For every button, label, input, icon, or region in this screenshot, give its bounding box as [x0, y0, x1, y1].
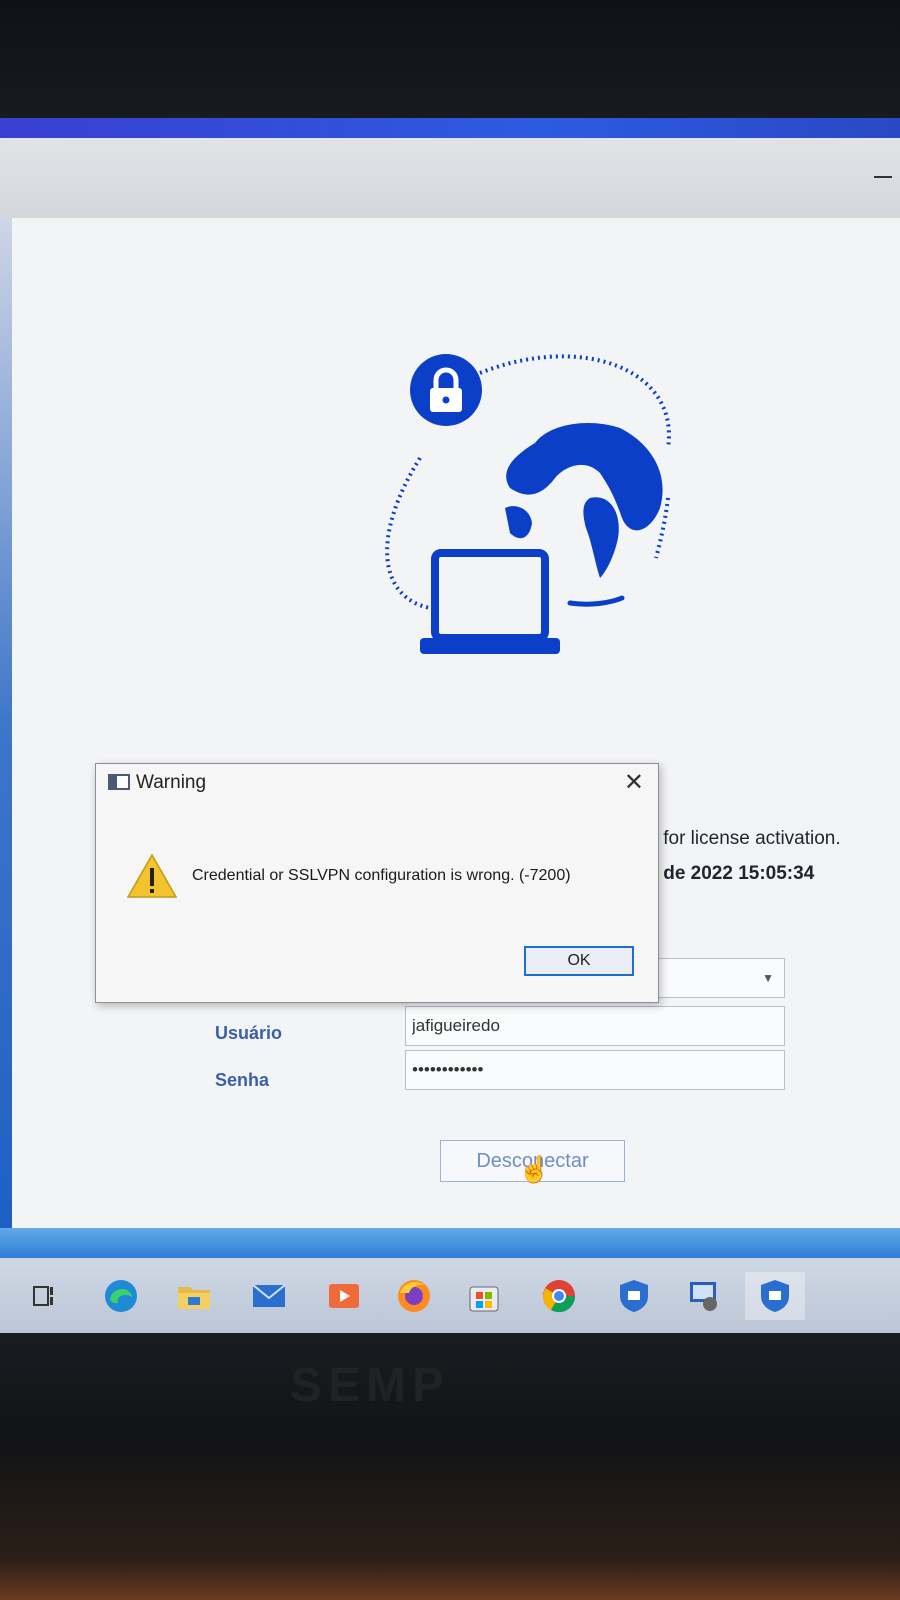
app-title-bar	[0, 138, 900, 219]
dialog-message: Credential or SSLVPN configuration is wr…	[192, 867, 571, 884]
username-field-wrap	[405, 1006, 785, 1046]
app-window-icon	[108, 774, 130, 790]
connection-timestamp: ut de 2022 15:05:34	[640, 863, 815, 884]
dotted-path	[385, 456, 431, 610]
vpn-client-icon[interactable]	[745, 1272, 805, 1320]
dialog-title: Warning	[136, 772, 207, 793]
monitor-bezel-bottom: SEMP	[0, 1333, 900, 1600]
firefox-icon[interactable]	[390, 1272, 438, 1320]
globe-icon	[505, 423, 663, 607]
media-player-icon[interactable]	[320, 1272, 368, 1320]
minimize-icon[interactable]	[874, 176, 892, 178]
chevron-down-icon[interactable]: ▼	[762, 971, 774, 985]
task-view-icon[interactable]	[20, 1272, 68, 1320]
lock-icon	[410, 354, 482, 426]
monitor-brand-logo: SEMP	[290, 1359, 451, 1412]
username-label: Usuário	[215, 1023, 283, 1043]
taskbar	[0, 1258, 900, 1333]
remote-desktop-icon[interactable]	[680, 1272, 728, 1320]
warning-dialog: Warning ✕ Credential or SSLVPN configura…	[95, 763, 659, 1003]
username-field[interactable]	[406, 1007, 784, 1045]
hand-cursor-icon: ☝	[518, 1154, 551, 1184]
warning-icon	[126, 853, 178, 898]
vpn-globe-illustration	[385, 354, 671, 654]
close-icon[interactable]: ✕	[624, 768, 644, 797]
store-icon[interactable]	[460, 1272, 508, 1320]
laptop-icon	[420, 549, 560, 654]
edge-icon[interactable]	[97, 1272, 145, 1320]
mail-icon[interactable]	[245, 1272, 293, 1320]
window-border-strip	[0, 118, 900, 138]
password-field[interactable]	[406, 1051, 784, 1089]
ok-button[interactable]: OK	[524, 946, 634, 976]
license-info-text: IS for license activation.	[640, 828, 841, 849]
desktop-background	[0, 218, 12, 1228]
vpn-shield-icon[interactable]	[610, 1272, 658, 1320]
screen: IS for license activation. ut de 2022 15…	[0, 118, 900, 1333]
monitor-bezel-top	[0, 0, 900, 118]
file-explorer-icon[interactable]	[170, 1272, 218, 1320]
password-field-wrap	[405, 1050, 785, 1090]
dialog-title-bar: Warning ✕	[96, 764, 658, 802]
password-label: Senha	[215, 1070, 270, 1090]
chrome-icon[interactable]	[535, 1272, 583, 1320]
desktop-background-bottom	[0, 1228, 900, 1258]
